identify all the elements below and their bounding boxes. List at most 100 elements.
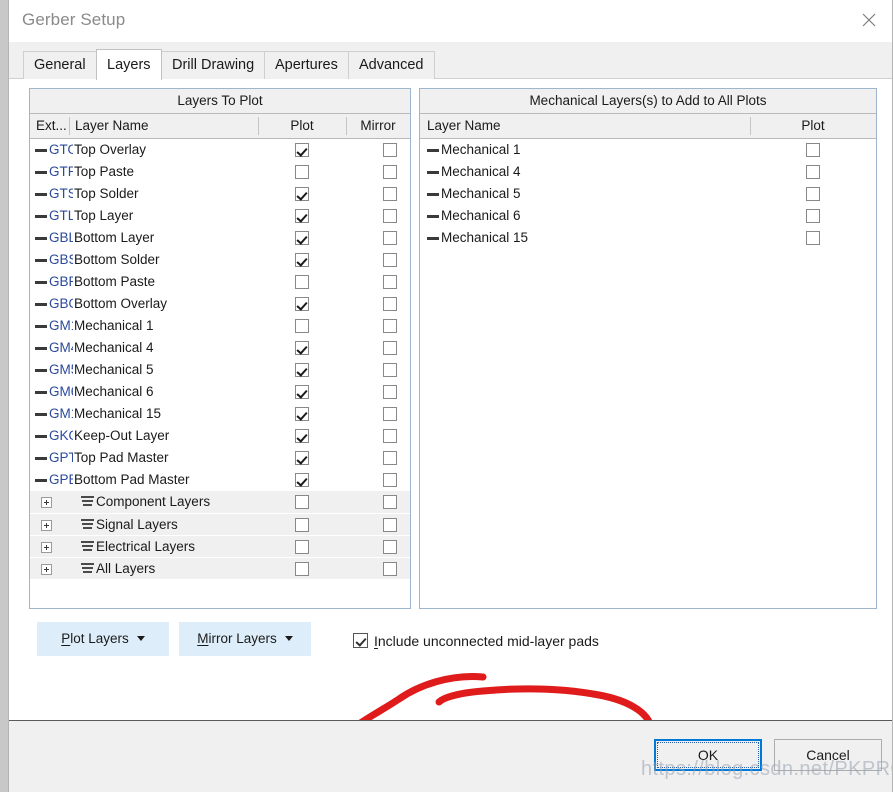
- close-icon[interactable]: [846, 0, 892, 40]
- tab-label: Drill Drawing: [172, 57, 255, 73]
- tab-advanced[interactable]: Advanced: [348, 51, 435, 79]
- plot-checkbox[interactable]: [295, 451, 309, 465]
- mirror-checkbox[interactable]: [383, 187, 397, 201]
- plot-checkbox[interactable]: [295, 209, 309, 223]
- layer-color-icon: [35, 457, 47, 460]
- table-row[interactable]: GBOBottom Overlay: [30, 293, 410, 315]
- table-row[interactable]: GTOTop Overlay: [30, 139, 410, 161]
- mirror-checkbox[interactable]: [383, 143, 397, 157]
- layer-color-icon: [35, 391, 47, 394]
- table-row[interactable]: GM6Mechanical 6: [30, 381, 410, 403]
- mirror-checkbox[interactable]: [383, 518, 397, 532]
- layer-color-icon: [35, 281, 47, 284]
- mirror-checkbox[interactable]: [383, 407, 397, 421]
- right-panel-title: Mechanical Layers(s) to Add to All Plots: [420, 89, 876, 114]
- plot-checkbox[interactable]: [295, 429, 309, 443]
- table-row[interactable]: GBPBottom Paste: [30, 271, 410, 293]
- layer-name: Mechanical 4: [74, 340, 154, 355]
- mirror-layers-label: Mirror Layers: [197, 631, 277, 646]
- mirror-checkbox[interactable]: [383, 253, 397, 267]
- chevron-down-icon: [284, 636, 293, 641]
- tab-general[interactable]: General: [23, 51, 97, 79]
- table-row[interactable]: Mechanical 15: [420, 227, 876, 249]
- plot-checkbox[interactable]: [295, 407, 309, 421]
- mirror-checkbox[interactable]: [383, 429, 397, 443]
- plot-checkbox[interactable]: [806, 165, 820, 179]
- table-row[interactable]: GM5Mechanical 5: [30, 359, 410, 381]
- table-row[interactable]: Mechanical 1: [420, 139, 876, 161]
- plot-checkbox[interactable]: [295, 297, 309, 311]
- tab-drill-drawing[interactable]: Drill Drawing: [161, 51, 266, 79]
- mirror-checkbox[interactable]: [383, 473, 397, 487]
- plot-checkbox[interactable]: [295, 143, 309, 157]
- plot-checkbox[interactable]: [295, 253, 309, 267]
- mirror-checkbox[interactable]: [383, 540, 397, 554]
- expand-icon[interactable]: [41, 497, 52, 508]
- plot-checkbox[interactable]: [295, 319, 309, 333]
- tab-apertures[interactable]: Apertures: [264, 51, 349, 79]
- table-row[interactable]: GBSBottom Solder: [30, 249, 410, 271]
- table-row[interactable]: All Layers: [30, 557, 410, 579]
- expand-icon[interactable]: [41, 564, 52, 575]
- mirror-checkbox[interactable]: [383, 209, 397, 223]
- table-row[interactable]: GTPTop Paste: [30, 161, 410, 183]
- plot-checkbox[interactable]: [806, 209, 820, 223]
- mirror-checkbox[interactable]: [383, 165, 397, 179]
- plot-checkbox[interactable]: [806, 187, 820, 201]
- table-row[interactable]: GM1Mechanical 1: [30, 315, 410, 337]
- plot-layers-button[interactable]: Plot Layers: [37, 622, 169, 656]
- table-row[interactable]: Electrical Layers: [30, 535, 410, 557]
- plot-checkbox[interactable]: [295, 540, 309, 554]
- plot-checkbox[interactable]: [295, 495, 309, 509]
- plot-checkbox[interactable]: [295, 341, 309, 355]
- mirror-checkbox[interactable]: [383, 275, 397, 289]
- table-row[interactable]: GPBBottom Pad Master: [30, 469, 410, 491]
- mirror-checkbox[interactable]: [383, 385, 397, 399]
- plot-checkbox[interactable]: [806, 143, 820, 157]
- table-row[interactable]: GTL Top Layer: [30, 205, 410, 227]
- table-row[interactable]: GM4Mechanical 4: [30, 337, 410, 359]
- mirror-checkbox[interactable]: [383, 495, 397, 509]
- table-row[interactable]: Signal Layers: [30, 513, 410, 535]
- table-row[interactable]: Component Layers: [30, 491, 410, 513]
- table-row[interactable]: Mechanical 4: [420, 161, 876, 183]
- table-row[interactable]: Mechanical 5: [420, 183, 876, 205]
- layer-color-icon: [35, 413, 47, 416]
- table-row[interactable]: GPTTop Pad Master: [30, 447, 410, 469]
- plot-checkbox[interactable]: [295, 187, 309, 201]
- plot-checkbox[interactable]: [295, 275, 309, 289]
- plot-checkbox[interactable]: [295, 518, 309, 532]
- checkbox-box[interactable]: [353, 633, 368, 648]
- table-row[interactable]: GM15Mechanical 15: [30, 403, 410, 425]
- plot-checkbox[interactable]: [806, 231, 820, 245]
- table-row[interactable]: GKOKeep-Out Layer: [30, 425, 410, 447]
- plot-checkbox[interactable]: [295, 473, 309, 487]
- column-plot: Plot: [290, 118, 314, 133]
- expand-icon[interactable]: [41, 542, 52, 553]
- plot-checkbox[interactable]: [295, 363, 309, 377]
- dialog-footer: OK Cancel: [9, 720, 892, 792]
- table-row[interactable]: Mechanical 6: [420, 205, 876, 227]
- plot-checkbox[interactable]: [295, 231, 309, 245]
- mirror-checkbox[interactable]: [383, 297, 397, 311]
- plot-checkbox[interactable]: [295, 165, 309, 179]
- plot-checkbox[interactable]: [295, 385, 309, 399]
- expand-icon[interactable]: [41, 520, 52, 531]
- ok-button[interactable]: OK: [654, 739, 762, 771]
- mirror-checkbox[interactable]: [383, 341, 397, 355]
- mirror-checkbox[interactable]: [383, 363, 397, 377]
- tab-label: Layers: [107, 57, 151, 73]
- mirror-checkbox[interactable]: [383, 562, 397, 576]
- plot-checkbox[interactable]: [295, 562, 309, 576]
- layer-extension: GBP: [49, 274, 73, 289]
- table-row[interactable]: GTSTop Solder: [30, 183, 410, 205]
- mirror-checkbox[interactable]: [383, 231, 397, 245]
- cancel-button[interactable]: Cancel: [774, 739, 882, 771]
- mechanical-layers-list[interactable]: Mechanical 1 Mechanical 4 Mechanical 5 Mech…: [420, 139, 876, 249]
- mirror-checkbox[interactable]: [383, 451, 397, 465]
- layers-to-plot-list[interactable]: GTOTop OverlayGTPTop PasteGTSTop SolderG…: [30, 139, 410, 579]
- mirror-layers-button[interactable]: Mirror Layers: [179, 622, 311, 656]
- tab-layers[interactable]: Layers: [96, 49, 162, 80]
- mirror-checkbox[interactable]: [383, 319, 397, 333]
- table-row[interactable]: GBLBottom Layer: [30, 227, 410, 249]
